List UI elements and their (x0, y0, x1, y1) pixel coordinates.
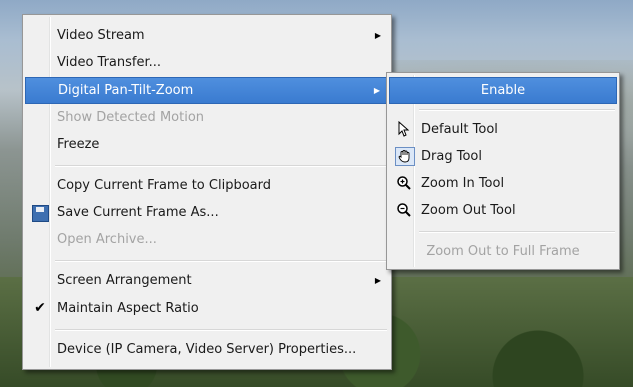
submenu-arrow-icon: ▶ (373, 86, 380, 95)
menu-item-digital-ptz[interactable]: Digital Pan-Tilt-Zoom ▶ (25, 77, 389, 104)
submenu-item-zoom-out-full-frame[interactable]: Zoom Out to Full Frame (389, 239, 617, 264)
checkmark-icon: ✔ (34, 300, 46, 316)
menu-item-label: Screen Arrangement (57, 273, 192, 288)
context-menu: Video Stream ▶ Video Transfer... Digital… (22, 14, 392, 370)
zoom-out-icon (395, 202, 413, 219)
submenu-item-zoom-out-tool[interactable]: Zoom Out Tool (389, 198, 617, 223)
menu-item-label: Zoom In Tool (421, 176, 505, 191)
menu-item-label: Device (IP Camera, Video Server) Propert… (57, 342, 357, 357)
menu-item-label: Maintain Aspect Ratio (57, 301, 199, 316)
submenu-item-zoom-in-tool[interactable]: Zoom In Tool (389, 171, 617, 196)
menu-item-copy-frame[interactable]: Copy Current Frame to Clipboard (25, 173, 389, 198)
save-icon (31, 204, 49, 222)
menu-item-video-transfer[interactable]: Video Transfer... (25, 50, 389, 75)
submenu-arrow-icon: ▶ (374, 31, 381, 40)
arrow-cursor-icon (395, 120, 413, 138)
menu-separator (55, 329, 387, 331)
menu-separator (55, 165, 387, 167)
menu-item-label: Open Archive... (57, 232, 157, 247)
menu-item-maintain-aspect-ratio[interactable]: ✔ Maintain Aspect Ratio (25, 296, 389, 321)
menu-item-freeze[interactable]: Freeze (25, 132, 389, 157)
menu-item-label: Zoom Out to Full Frame (426, 244, 580, 259)
menu-item-screen-arrangement[interactable]: Screen Arrangement ▶ (25, 268, 389, 293)
menu-item-label: Default Tool (421, 122, 498, 137)
menu-item-label: Drag Tool (421, 149, 482, 164)
menu-item-label: Copy Current Frame to Clipboard (57, 178, 271, 193)
ptz-submenu: Enable Default Tool Drag Tool Zoom In To… (386, 72, 620, 270)
menu-item-label: Video Transfer... (57, 55, 162, 70)
submenu-item-default-tool[interactable]: Default Tool (389, 117, 617, 142)
menu-separator (419, 109, 615, 111)
menu-item-label: Freeze (57, 137, 100, 152)
menu-item-label: Zoom Out Tool (421, 203, 516, 218)
menu-item-label: Digital Pan-Tilt-Zoom (58, 83, 194, 98)
menu-item-label: Show Detected Motion (57, 110, 205, 125)
menu-item-save-frame[interactable]: Save Current Frame As... (25, 200, 389, 225)
menu-separator (419, 231, 615, 233)
hand-cursor-icon (395, 147, 415, 166)
menu-item-label: Video Stream (57, 28, 145, 43)
submenu-arrow-icon: ▶ (374, 276, 381, 285)
zoom-in-icon (395, 175, 413, 192)
menu-separator (55, 260, 387, 262)
menu-item-device-properties[interactable]: Device (IP Camera, Video Server) Propert… (25, 337, 389, 362)
menu-item-label: Save Current Frame As... (57, 205, 219, 220)
submenu-item-enable[interactable]: Enable (389, 77, 617, 104)
menu-item-video-stream[interactable]: Video Stream ▶ (25, 23, 389, 48)
menu-item-label: Enable (480, 83, 526, 98)
menu-item-open-archive[interactable]: Open Archive... (25, 227, 389, 252)
submenu-item-drag-tool[interactable]: Drag Tool (389, 144, 617, 169)
menu-item-show-detected-motion[interactable]: Show Detected Motion (25, 105, 389, 130)
